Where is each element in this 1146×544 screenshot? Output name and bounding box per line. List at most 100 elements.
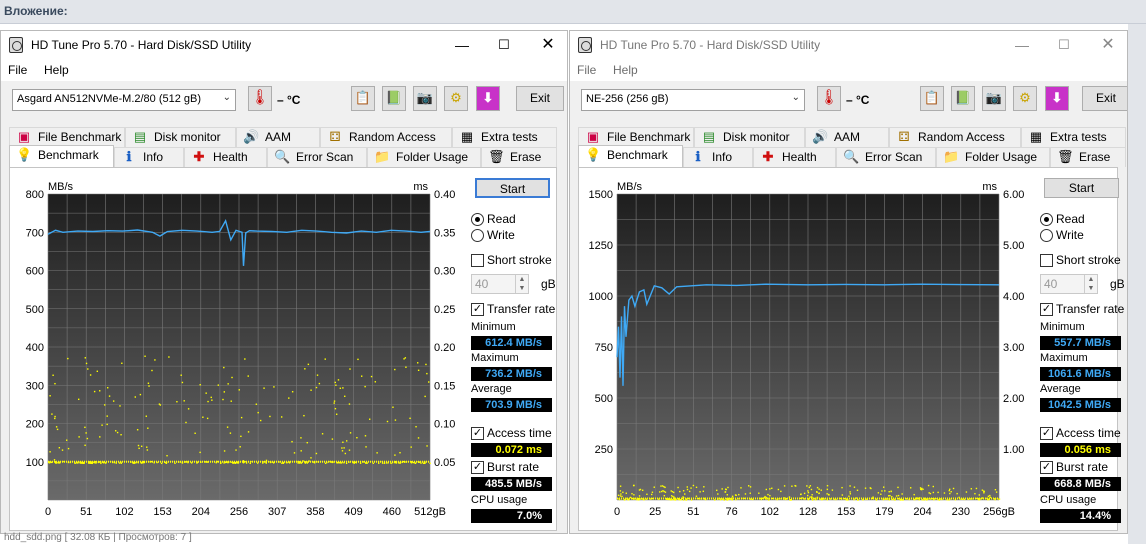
access-time-point xyxy=(617,494,620,497)
exit-button[interactable]: Exit xyxy=(516,86,564,111)
window-title: HD Tune Pro 5.70 - Hard Disk/SSD Utility xyxy=(31,38,252,52)
maximize-button[interactable]: ☐ xyxy=(489,35,519,55)
tab-disk-monitor[interactable]: ▤ Disk monitor xyxy=(125,127,236,147)
short-stroke-size-input[interactable]: 40 ▲ ▼ xyxy=(471,274,529,294)
access-time-point xyxy=(660,485,662,487)
write-radio[interactable]: Write xyxy=(471,228,557,244)
access-time-checkbox[interactable]: ✓ Access time xyxy=(1040,426,1127,442)
access-time-point xyxy=(875,499,878,501)
access-time-point xyxy=(869,487,872,489)
health-cross-icon: ✚ xyxy=(762,149,774,164)
menu-help[interactable]: Help xyxy=(613,63,638,77)
access-time-checkbox[interactable]: ✓ Access time xyxy=(471,426,561,442)
tab-health[interactable]: ✚ Health xyxy=(184,147,267,167)
start-button[interactable]: Start xyxy=(475,178,550,198)
stroke-unit-label: gB xyxy=(541,277,556,291)
tab-folder-usage[interactable]: 📁 Folder Usage xyxy=(367,147,481,167)
copy-text-button[interactable]: 📋 xyxy=(920,86,944,111)
menu-help[interactable]: Help xyxy=(44,63,69,77)
magnifier-icon: 🔍 xyxy=(843,149,860,164)
tab-aam[interactable]: 🔊 AAM xyxy=(805,127,889,147)
access-time-point xyxy=(187,408,190,410)
access-time-point xyxy=(386,420,389,423)
copy-image-button[interactable]: 📗 xyxy=(382,86,406,111)
maximize-button[interactable]: ☐ xyxy=(1049,35,1079,55)
short-stroke-checkbox[interactable]: Short stroke xyxy=(471,253,561,269)
access-time-point xyxy=(663,485,665,488)
tab-benchmark[interactable]: 💡 Benchmark xyxy=(578,145,683,167)
read-radio[interactable]: Read xyxy=(1040,212,1126,228)
access-time-point xyxy=(632,484,635,487)
screenshot-camera-button[interactable]: 📷 xyxy=(413,86,437,111)
spinner-arrows-icon[interactable]: ▲ ▼ xyxy=(515,275,528,293)
minimize-button[interactable]: — xyxy=(1007,35,1037,55)
access-time-point xyxy=(429,462,431,465)
burst-rate-checkbox[interactable]: ✓ Burst rate xyxy=(1040,460,1127,476)
drive-select[interactable]: NE-256 (256 gB) ⌄ xyxy=(581,89,805,111)
tab-benchmark[interactable]: 💡 Benchmark xyxy=(9,145,114,167)
copy-text-button[interactable]: 📋 xyxy=(351,86,375,111)
tab-info[interactable]: ℹ Info xyxy=(114,147,184,167)
minimize-button[interactable]: — xyxy=(447,35,477,55)
tab-aam[interactable]: 🔊 AAM xyxy=(236,127,320,147)
copy-image-button[interactable]: 📗 xyxy=(951,86,975,111)
transfer-rate-checkbox[interactable]: ✓ Transfer rate xyxy=(1040,302,1127,318)
tab-health[interactable]: ✚ Health xyxy=(753,147,836,167)
tab-info[interactable]: ℹ Info xyxy=(683,147,753,167)
access-time-point xyxy=(146,449,149,451)
write-label: Write xyxy=(487,228,515,242)
access-time-point xyxy=(809,485,812,487)
tab-error-scan[interactable]: 🔍 Error Scan xyxy=(836,147,936,167)
tab-file-benchmark[interactable]: ▣ File Benchmark xyxy=(578,127,694,147)
spinner-arrows-icon[interactable]: ▲ ▼ xyxy=(1084,275,1097,293)
access-time-point xyxy=(777,488,780,491)
short-stroke-size-input[interactable]: 40 ▲ ▼ xyxy=(1040,274,1098,294)
tab-extra-tests[interactable]: ▦ Extra tests xyxy=(452,127,557,147)
options-button[interactable]: ⚙ xyxy=(444,86,468,111)
tab-erase[interactable]: 🗑 Erase xyxy=(1050,147,1126,167)
average-value: 1042.5 MB/s xyxy=(1040,398,1121,412)
access-time-point xyxy=(811,494,813,496)
access-time-point xyxy=(84,426,86,429)
tab-row-top: ▣ File Benchmark ▤ Disk monitor 🔊 AAM ⚃ Rand… xyxy=(9,127,557,147)
access-time-point xyxy=(383,462,386,464)
options-button[interactable]: ⚙ xyxy=(1013,86,1037,111)
tab-random-access[interactable]: ⚃ Random Access xyxy=(320,127,452,147)
exit-button[interactable]: Exit xyxy=(1082,86,1127,111)
tab-extra-tests[interactable]: ▦ Extra tests xyxy=(1021,127,1126,147)
access-time-point xyxy=(417,362,419,364)
tab-disk-monitor[interactable]: ▤ Disk monitor xyxy=(694,127,805,147)
burst-rate-checkbox[interactable]: ✓ Burst rate xyxy=(471,460,561,476)
info-icon: ℹ xyxy=(695,149,701,164)
access-time-point xyxy=(877,492,880,494)
save-download-button[interactable]: ⬇ xyxy=(1045,86,1069,111)
tab-folder-usage[interactable]: 📁 Folder Usage xyxy=(936,147,1050,167)
title-bar[interactable]: HD Tune Pro 5.70 - Hard Disk/SSD Utility… xyxy=(570,31,1127,59)
access-time-point xyxy=(183,400,185,402)
tab-error-scan[interactable]: 🔍 Error Scan xyxy=(267,147,367,167)
drive-select[interactable]: Asgard AN512NVMe-M.2/80 (512 gB) ⌄ xyxy=(12,89,236,111)
close-button[interactable]: ✕ xyxy=(1093,35,1123,55)
access-time-point xyxy=(685,499,687,501)
transfer-rate-checkbox[interactable]: ✓ Transfer rate xyxy=(471,302,561,318)
close-button[interactable]: ✕ xyxy=(533,35,563,55)
access-time-point xyxy=(677,486,679,489)
tab-erase[interactable]: 🗑 Erase xyxy=(481,147,557,167)
title-bar[interactable]: HD Tune Pro 5.70 - Hard Disk/SSD Utility… xyxy=(1,31,567,59)
menu-file[interactable]: File xyxy=(577,63,596,77)
screenshot-camera-button[interactable]: 📷 xyxy=(982,86,1006,111)
menu-file[interactable]: File xyxy=(8,63,27,77)
chart-svg: 1500125010007505002506.005.004.003.002.0… xyxy=(589,181,1025,518)
access-time-point xyxy=(348,403,351,405)
tab-random-access[interactable]: ⚃ Random Access xyxy=(889,127,1021,147)
access-time-point xyxy=(101,424,103,426)
save-download-button[interactable]: ⬇ xyxy=(476,86,500,111)
write-radio[interactable]: Write xyxy=(1040,228,1126,244)
access-time-point xyxy=(348,449,351,451)
start-button[interactable]: Start xyxy=(1044,178,1119,198)
short-stroke-checkbox[interactable]: Short stroke xyxy=(1040,253,1127,269)
read-radio[interactable]: Read xyxy=(471,212,557,228)
access-time-point xyxy=(749,492,751,494)
tab-file-benchmark[interactable]: ▣ File Benchmark xyxy=(9,127,125,147)
y-axis-label: MB/s xyxy=(617,181,643,193)
